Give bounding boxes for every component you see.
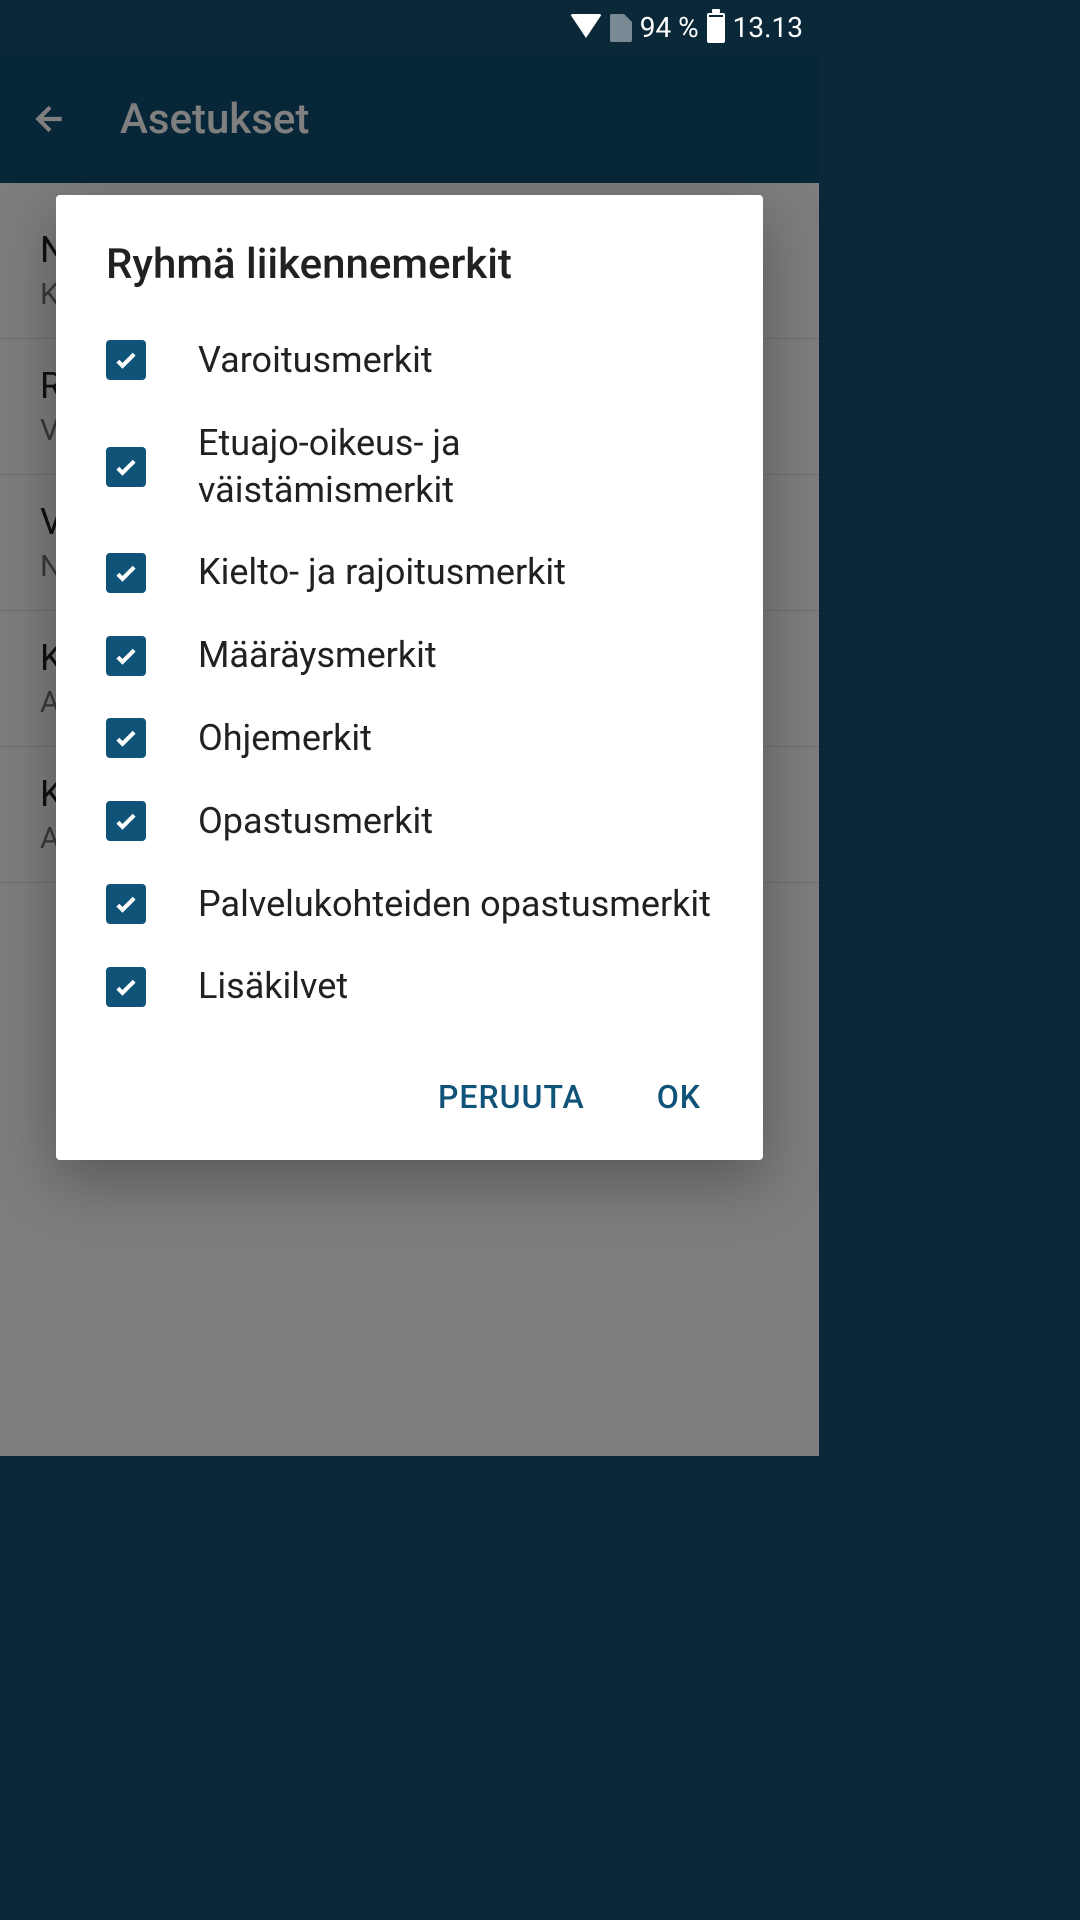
checkbox-item-lisakilvet[interactable]: Lisäkilvet bbox=[106, 945, 713, 1028]
checkbox-icon bbox=[106, 801, 146, 841]
checkbox-list: Varoitusmerkit Etuajo-oikeus- ja väistäm… bbox=[56, 319, 763, 1028]
battery-icon bbox=[707, 13, 725, 43]
no-sim-icon bbox=[610, 14, 632, 42]
clock-time: 13.13 bbox=[733, 11, 803, 44]
status-icons: 94 % 13.13 bbox=[570, 11, 803, 44]
checkbox-label: Palvelukohteiden opastusmerkit bbox=[198, 881, 711, 928]
checkbox-item-varoitusmerkit[interactable]: Varoitusmerkit bbox=[106, 319, 713, 402]
cancel-button[interactable]: PERUUTA bbox=[426, 1068, 597, 1126]
checkbox-label: Ohjemerkit bbox=[198, 715, 372, 762]
checkbox-item-ohje[interactable]: Ohjemerkit bbox=[106, 697, 713, 780]
wifi-icon bbox=[570, 14, 602, 38]
checkbox-icon bbox=[106, 967, 146, 1007]
ok-button[interactable]: OK bbox=[645, 1068, 713, 1126]
checkbox-label: Etuajo-oikeus- ja väistämismerkit bbox=[198, 420, 713, 514]
checkbox-item-opastus[interactable]: Opastusmerkit bbox=[106, 780, 713, 863]
checkbox-icon bbox=[106, 884, 146, 924]
checkbox-item-etuajo[interactable]: Etuajo-oikeus- ja väistämismerkit bbox=[106, 402, 713, 532]
status-bar: 94 % 13.13 bbox=[0, 0, 819, 55]
checkbox-label: Kielto- ja rajoitusmerkit bbox=[198, 549, 566, 596]
checkbox-label: Lisäkilvet bbox=[198, 963, 348, 1010]
battery-percentage: 94 % bbox=[640, 11, 699, 44]
checkbox-label: Määräysmerkit bbox=[198, 632, 437, 679]
checkbox-icon bbox=[106, 553, 146, 593]
checkbox-label: Opastusmerkit bbox=[198, 798, 433, 845]
dialog-title: Ryhmä liikennemerkit bbox=[56, 195, 763, 319]
checkbox-icon bbox=[106, 636, 146, 676]
checkbox-item-kielto[interactable]: Kielto- ja rajoitusmerkit bbox=[106, 531, 713, 614]
dialog-actions: PERUUTA OK bbox=[56, 1028, 763, 1136]
checkbox-item-maarays[interactable]: Määräysmerkit bbox=[106, 614, 713, 697]
checkbox-label: Varoitusmerkit bbox=[198, 337, 433, 384]
checkbox-icon bbox=[106, 718, 146, 758]
checkbox-item-palvelu[interactable]: Palvelukohteiden opastusmerkit bbox=[106, 863, 713, 946]
dialog: Ryhmä liikennemerkit Varoitusmerkit Etua… bbox=[56, 195, 763, 1160]
checkbox-icon bbox=[106, 340, 146, 380]
checkbox-icon bbox=[106, 447, 146, 487]
